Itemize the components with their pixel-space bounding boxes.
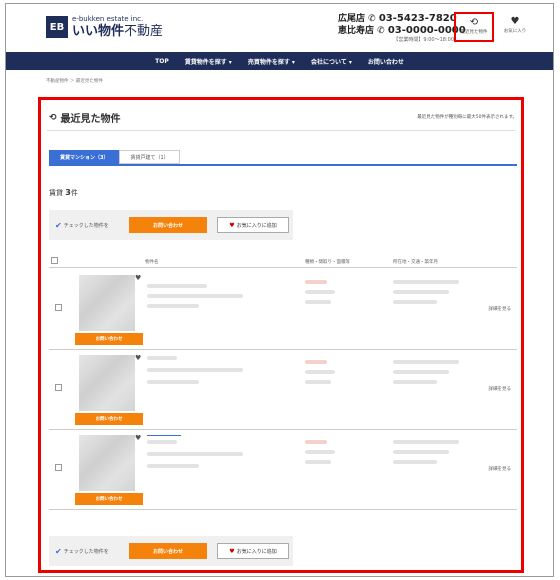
nav-sale[interactable]: 売買物件を探す ▾ [248, 57, 295, 66]
check-icon: ✔ [55, 546, 62, 556]
page-note: 最近見た物件が種別毎に最大50件表示されます。 [417, 115, 517, 120]
property-link-underline[interactable] [147, 435, 181, 436]
location-info [393, 360, 459, 364]
property-detail [147, 452, 243, 456]
row-inquiry-button[interactable]: お問い合わせ [75, 333, 143, 345]
heart-icon[interactable]: ♥ [135, 354, 141, 362]
bulk-inquiry-button[interactable]: お問い合わせ [129, 217, 207, 233]
heart-icon: ♥ [510, 16, 520, 27]
breadcrumb[interactable]: 不動産物件 ＞ 最近見た物件 [46, 78, 103, 84]
nav-top[interactable]: TOP [155, 58, 169, 65]
row-checkbox[interactable] [55, 304, 62, 311]
location-info [393, 280, 459, 284]
layout-info [305, 290, 335, 294]
bulk-inquiry-button[interactable]: お問い合わせ [129, 543, 207, 559]
result-count: 賃貸 3件 [49, 188, 78, 197]
location-info [393, 380, 437, 384]
property-thumbnail[interactable] [79, 355, 135, 411]
property-detail [147, 294, 243, 298]
site-logo[interactable]: EB e-bukken estate inc. いい物件不動産 [46, 16, 163, 38]
tab-underline [49, 164, 517, 166]
layout-info [305, 300, 331, 304]
bulk-favorite-button[interactable]: ♥ お気に入りに追加 [217, 543, 289, 559]
rent-price [305, 360, 327, 364]
location-info [393, 440, 459, 444]
phone-icon: ✆ [368, 14, 376, 24]
property-detail [147, 464, 199, 468]
recent-viewed-label: 最近見た物件 [460, 30, 488, 35]
property-type-tabs: 賃貸マンション（3） 賃貸戸建て（1） [49, 150, 180, 164]
row-inquiry-button[interactable]: お問い合わせ [75, 413, 143, 425]
bulk-action-bar-bottom: ✔ チェックした物件を お問い合わせ ♥ お気に入りに追加 [49, 536, 293, 566]
recent-viewed-button[interactable]: ⟲ 最近見た物件 [454, 12, 494, 42]
view-detail-link[interactable]: 詳細を見る [489, 466, 512, 472]
table-row: ♥ お問い合わせ 詳細を見る [49, 270, 517, 350]
location-info [393, 370, 449, 374]
divider [47, 130, 515, 131]
heart-icon[interactable]: ♥ [135, 274, 141, 282]
view-detail-link[interactable]: 詳細を見る [489, 386, 512, 392]
col-location: 所在地・交通・築年月 [393, 260, 438, 265]
table-header: 物件名 種類・間取り・面積等 所在地・交通・築年月 [49, 254, 517, 268]
logo-name: いい物件不動産 [72, 24, 164, 39]
history-icon: ⟲ [469, 17, 479, 28]
bulk-favorite-button[interactable]: ♥ お気に入りに追加 [217, 217, 289, 233]
recent-properties-panel: ⟲ 最近見た物件 最近見た物件が種別毎に最大50件表示されます。 賃貸マンション… [38, 97, 524, 573]
tab-rental-house[interactable]: 賃貸戸建て（1） [119, 150, 180, 164]
row-inquiry-button[interactable]: お問い合わせ [75, 493, 143, 505]
contact-ebisu: 恵比寿店 ✆ 03-0000-0000 [338, 24, 466, 36]
site-header: EB e-bukken estate inc. いい物件不動産 広尾店 ✆ 03… [6, 4, 553, 52]
logo-mark: EB [46, 16, 68, 38]
property-detail [147, 380, 199, 384]
rent-price [305, 280, 327, 284]
layout-info [305, 370, 335, 374]
page-title: ⟲ 最近見た物件 [49, 112, 121, 126]
property-detail [147, 304, 199, 308]
select-all-checkbox[interactable] [51, 257, 58, 264]
nav-rent[interactable]: 賃貸物件を探す ▾ [185, 57, 232, 66]
checked-items-label: ✔ チェックした物件を [55, 546, 109, 556]
main-nav: TOP 賃貸物件を探す ▾ 売買物件を探す ▾ 会社について ▾ お問い合わせ [6, 52, 553, 70]
table-row: ♥ お問い合わせ 詳細を見る [49, 350, 517, 430]
location-info [393, 450, 449, 454]
layout-info [305, 460, 331, 464]
nav-contact[interactable]: お問い合わせ [368, 57, 404, 66]
contact-info: 広尾店 ✆ 03-5423-7820 恵比寿店 ✆ 03-0000-0000 【… [338, 13, 466, 43]
property-name [147, 284, 207, 288]
contact-hiroo: 広尾店 ✆ 03-5423-7820 [338, 13, 457, 24]
row-checkbox[interactable] [55, 464, 62, 471]
property-thumbnail[interactable] [79, 435, 135, 491]
location-info [393, 290, 449, 294]
business-hours: 【営業時間】9:00～18:00 [393, 36, 454, 43]
row-checkbox[interactable] [55, 384, 62, 391]
layout-info [305, 450, 335, 454]
col-type-layout: 種類・間取り・面積等 [305, 260, 350, 265]
property-detail [147, 368, 243, 372]
location-info [393, 460, 437, 464]
checked-items-label: ✔ チェックした物件を [55, 220, 109, 230]
heart-icon[interactable]: ♥ [135, 434, 141, 442]
tab-rental-mansion[interactable]: 賃貸マンション（3） [49, 150, 120, 164]
bulk-action-bar-top: ✔ チェックした物件を お問い合わせ ♥ お気に入りに追加 [49, 210, 293, 240]
property-name [147, 440, 177, 444]
favorites-label: お気に入り [503, 29, 527, 34]
phone-icon: ✆ [377, 25, 385, 36]
property-thumbnail[interactable] [79, 275, 135, 331]
nav-company[interactable]: 会社について ▾ [311, 57, 352, 66]
layout-info [305, 380, 331, 384]
favorites-button[interactable]: ♥ お気に入り [496, 16, 534, 42]
logo-subtitle: e-bukken estate inc. [72, 15, 144, 23]
page-frame: EB e-bukken estate inc. いい物件不動産 広尾店 ✆ 03… [5, 3, 554, 577]
table-row: ♥ お問い合わせ 詳細を見る [49, 430, 517, 510]
rent-price [305, 440, 327, 444]
col-property-name: 物件名 [145, 260, 159, 265]
location-info [393, 300, 437, 304]
heart-icon: ♥ [229, 221, 235, 229]
heart-icon: ♥ [229, 547, 235, 555]
check-icon: ✔ [55, 220, 62, 230]
view-detail-link[interactable]: 詳細を見る [489, 306, 512, 312]
property-name [147, 356, 177, 360]
history-icon: ⟲ [49, 112, 57, 123]
